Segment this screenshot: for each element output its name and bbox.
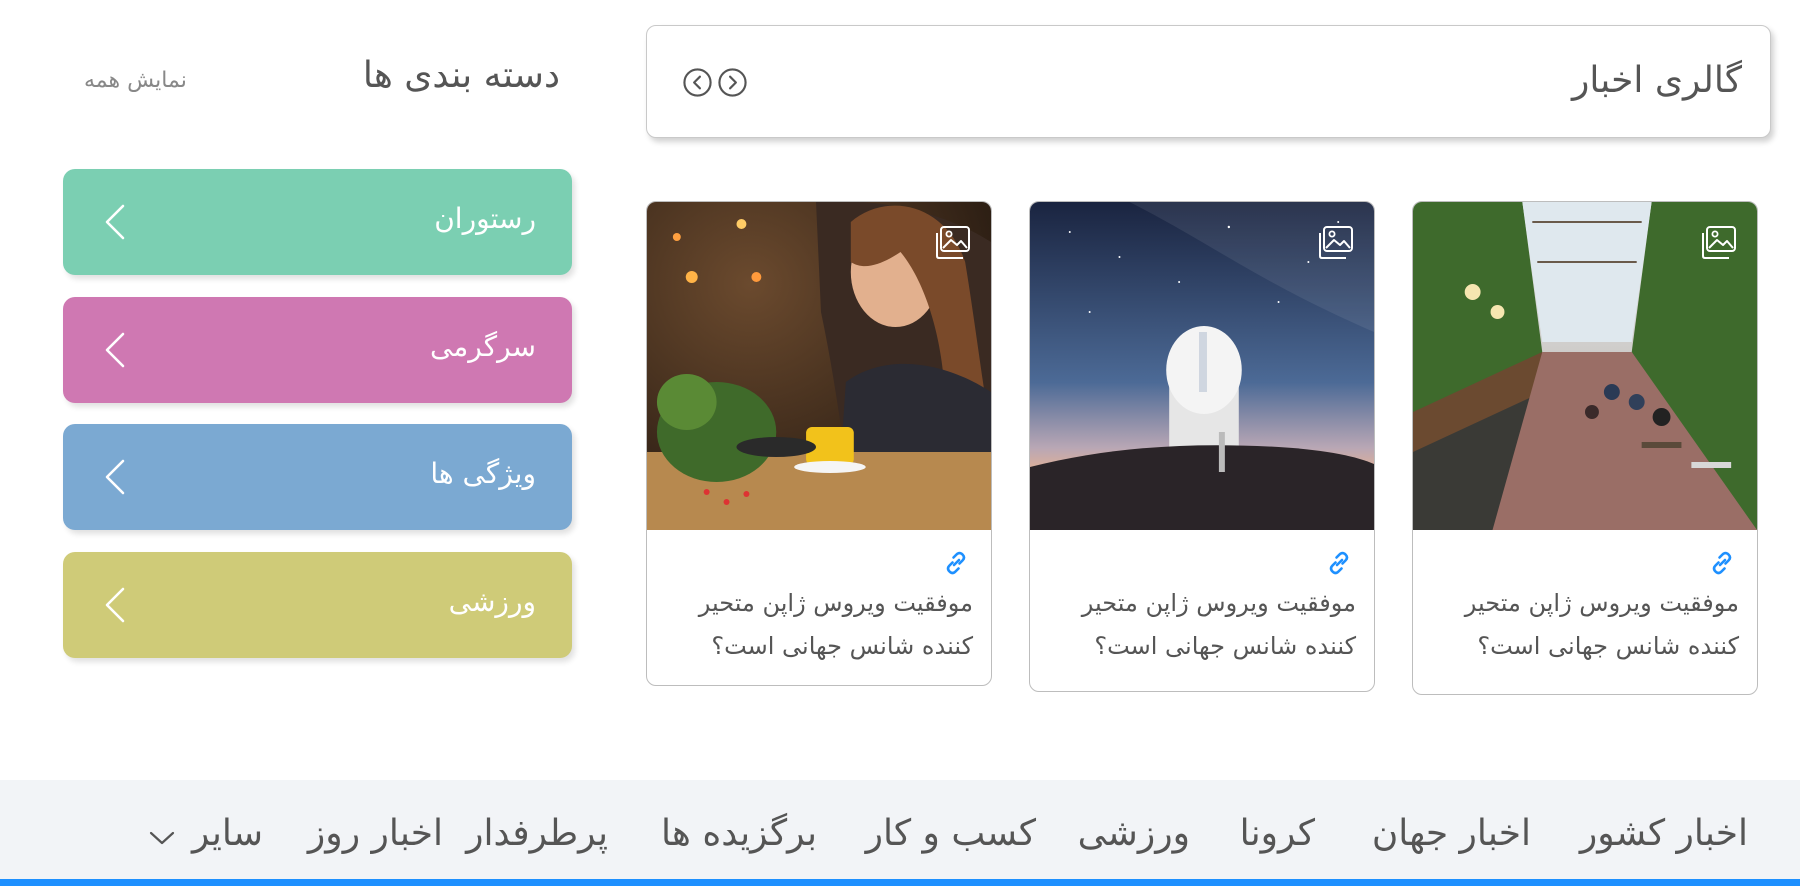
link-icon[interactable] xyxy=(1709,550,1735,576)
link-icon[interactable] xyxy=(1326,550,1352,576)
nav-item-corona[interactable]: کرونا xyxy=(1240,813,1315,854)
nav-item-country-news[interactable]: اخبار کشور xyxy=(1580,813,1748,854)
chevron-left-icon xyxy=(105,587,125,623)
news-card[interactable]: موفقیت ویروس ژاپن متحیر کننده شانس جهانی… xyxy=(646,201,992,686)
gallery-header: گالری اخبار xyxy=(646,25,1771,138)
category-button-restaurant[interactable]: رستوران xyxy=(63,169,572,275)
gallery-arrows xyxy=(682,67,748,98)
news-headline: موفقیت ویروس ژاپن متحیر کننده شانس جهانی… xyxy=(1081,589,1356,660)
chevron-down-icon[interactable] xyxy=(148,829,176,847)
nav-item-sports[interactable]: ورزشی xyxy=(1078,813,1190,854)
gallery-icon xyxy=(1702,226,1736,259)
news-headline: موفقیت ویروس ژاپن متحیر کننده شانس جهانی… xyxy=(1464,589,1739,660)
accent-bar xyxy=(0,879,1800,886)
news-image xyxy=(1413,202,1757,530)
nav-item-world-news[interactable]: اخبار جهان xyxy=(1372,813,1531,854)
gallery-icon xyxy=(1319,226,1353,259)
nav-item-more[interactable]: سایر xyxy=(192,813,263,854)
chevron-right-circle-icon[interactable] xyxy=(717,67,748,98)
category-button-features[interactable]: ویژگی ها xyxy=(63,424,572,530)
gallery-icon xyxy=(936,226,970,259)
nav-item-business[interactable]: کسب و کار xyxy=(866,813,1036,854)
news-headline: موفقیت ویروس ژاپن متحیر کننده شانس جهانی… xyxy=(698,589,973,660)
category-label: سرگرمی xyxy=(429,330,536,363)
link-icon[interactable] xyxy=(943,550,969,576)
nav-item-daily-news[interactable]: اخبار روز xyxy=(308,813,443,854)
news-image xyxy=(647,202,991,530)
news-card[interactable]: موفقیت ویروس ژاپن متحیر کننده شانس جهانی… xyxy=(1412,201,1758,695)
category-label: رستوران xyxy=(434,202,536,235)
nav-item-popular[interactable]: پرطرفدار xyxy=(466,813,608,854)
bottom-nav: اخبار کشور اخبار جهان کرونا ورزشی کسب و … xyxy=(0,780,1800,879)
gallery-title: گالری اخبار xyxy=(1571,60,1742,101)
category-label: ورزشی xyxy=(448,585,536,618)
nav-item-featured[interactable]: برگزیده ها xyxy=(661,813,817,854)
show-all-link[interactable]: نمایش همه xyxy=(84,68,187,93)
chevron-left-icon xyxy=(105,204,125,240)
news-card[interactable]: موفقیت ویروس ژاپن متحیر کننده شانس جهانی… xyxy=(1029,201,1375,692)
categories-title: دسته بندی ها xyxy=(362,55,560,96)
chevron-left-icon xyxy=(105,459,125,495)
category-button-entertainment[interactable]: سرگرمی xyxy=(63,297,572,403)
category-button-sports[interactable]: ورزشی xyxy=(63,552,572,658)
news-image xyxy=(1030,202,1374,530)
chevron-left-circle-icon[interactable] xyxy=(682,67,713,98)
chevron-left-icon xyxy=(105,332,125,368)
category-label: ویژگی ها xyxy=(430,457,536,490)
